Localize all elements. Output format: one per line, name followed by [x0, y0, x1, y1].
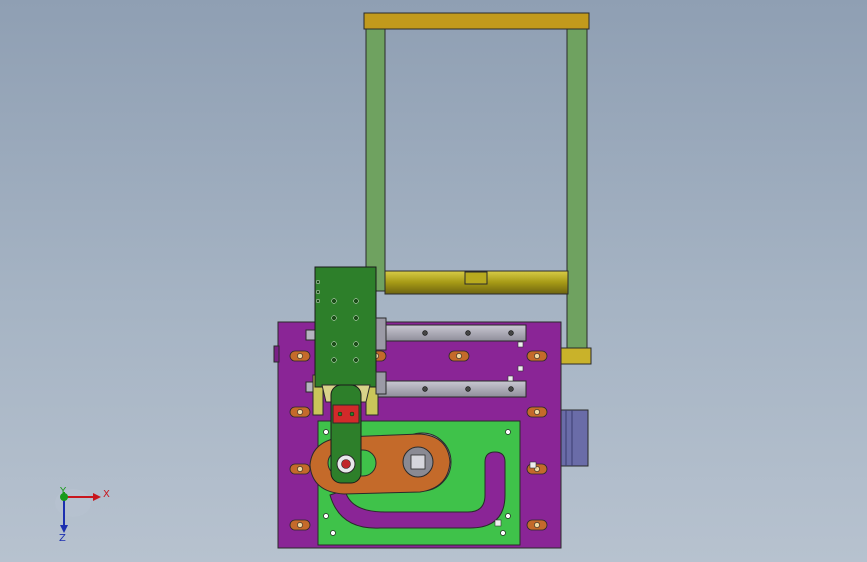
arm-collar-lower: [375, 371, 387, 395]
assembly-drawing: X Y Z: [55, 12, 592, 549]
base-plate-side-tab: [273, 345, 280, 363]
small-pin-1: [517, 341, 524, 348]
y-axis-label: Y: [59, 486, 67, 497]
frame-post-left: [365, 28, 386, 292]
side-motor: [560, 409, 589, 467]
small-pin-3: [507, 375, 514, 382]
z-axis-label: Z: [59, 533, 66, 544]
arm-red-clamp: [332, 404, 360, 424]
small-pin-2: [517, 365, 524, 372]
arm-collar-upper: [375, 317, 387, 351]
arm-plate: [314, 266, 377, 388]
post-foot-right: [560, 347, 592, 365]
coordinate-triad: X Y Z: [55, 486, 110, 544]
shaft-key: [464, 271, 488, 285]
x-axis-label: X: [103, 489, 110, 500]
frame-top-bar: [363, 12, 590, 30]
frame-post-right: [566, 28, 588, 352]
rail-lower: [375, 380, 527, 398]
cad-viewport[interactable]: X Y Z: [0, 0, 867, 562]
rail-upper: [375, 324, 527, 342]
